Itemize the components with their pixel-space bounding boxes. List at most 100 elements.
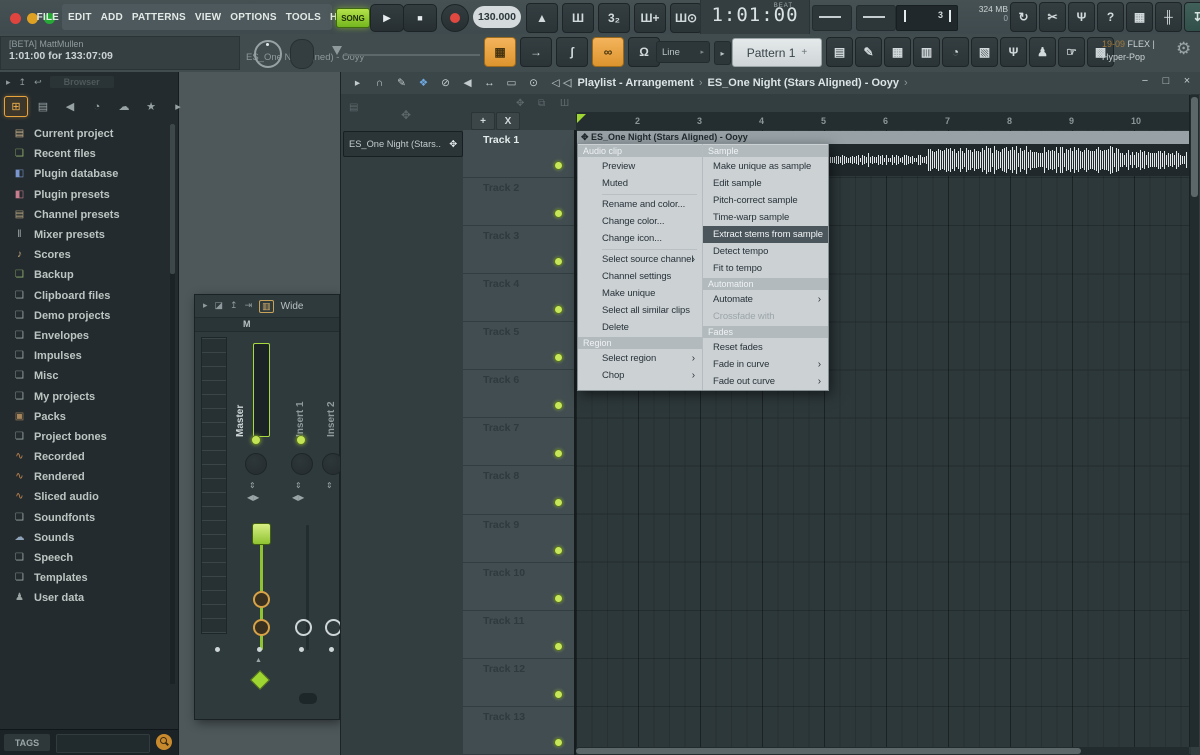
breadcrumb-playlist[interactable]: Playlist - Arrangement [577,77,693,89]
mixer-master-record-icon[interactable] [253,619,270,636]
browser-item-channel-presets[interactable]: ▤Channel presets [0,205,170,225]
paint-tool-icon[interactable]: ❖ [415,75,432,91]
tab-audio[interactable]: ◀ [58,96,82,117]
close-button[interactable]: × [1181,75,1193,87]
playback-tool-icon[interactable]: ◁ [547,75,564,91]
context-menu-item-detect-tempo[interactable]: Detect tempo [703,243,828,260]
browser-back-icon[interactable]: ↩ [34,77,42,88]
browser-item-demo-projects[interactable]: ❏Demo projects [0,306,170,326]
record-button[interactable] [441,4,469,32]
main-pitch-slider[interactable] [856,5,896,31]
maximize-button[interactable]: □ [1160,75,1172,87]
track-activity-led[interactable] [554,353,563,362]
mixer-master-fader-cap[interactable] [252,523,271,545]
browser-item-project-bones[interactable]: ❏Project bones [0,427,170,447]
track-group-icon[interactable]: ⧉ [538,98,545,109]
browser-item-recent-files[interactable]: ❏Recent files [0,144,170,164]
pattern-prev-button[interactable]: ▸ [714,41,731,65]
context-menu-item-select-source-channel[interactable]: Select source channel› [578,251,702,268]
main-pitch-knob[interactable] [290,39,314,69]
plugin-picker-icon[interactable]: Ψ [1000,37,1027,67]
browser-item-rendered[interactable]: ∿Rendered [0,467,170,487]
context-menu-item-preview[interactable]: Preview [578,158,702,175]
playlist-title-bar[interactable]: ▸∩✎❖⊘◀↔▭⊙◁ ◁Playlist - Arrangement›ES_On… [341,72,1200,95]
context-menu-item-automate[interactable]: Automate› [703,291,828,308]
context-menu-item-change-color[interactable]: Change color... [578,213,702,230]
browser-scrollbar-thumb[interactable] [170,124,175,274]
play-tool-icon[interactable]: ▸ [349,75,366,91]
search-icon[interactable] [156,734,172,750]
browser-item-sounds[interactable]: ☁Sounds [0,528,170,548]
browser-item-backup[interactable]: ❏Backup [0,265,170,285]
mixer-master-sep-icon[interactable]: ⇕ [249,481,256,490]
pattern-picker-icon[interactable]: ▤ [349,102,358,113]
context-menu-item-channel-settings[interactable]: Channel settings [578,268,702,285]
breadcrumb-song[interactable]: ES_One Night (Stars Aligned) - Ooyy [708,77,900,89]
vertical-scrollbar-thumb[interactable] [1191,97,1198,197]
track-activity-led[interactable] [554,305,563,314]
browser-play-icon[interactable]: ▸ [6,77,11,88]
browser-item-clipboard-files[interactable]: ❏Clipboard files [0,286,170,306]
browser-item-scores[interactable]: ♪Scores [0,245,170,265]
context-menu-item-fade-out-curve[interactable]: Fade out curve› [703,373,828,390]
track-activity-led[interactable] [554,594,563,603]
pattern-add-icon[interactable]: + [801,47,807,58]
browser-item-current-project[interactable]: ▤Current project [0,124,170,144]
mixer-dock-icon[interactable]: ⇥ [245,300,253,313]
cut-icon[interactable]: ✂ [1039,2,1066,32]
wait-for-input-icon[interactable]: Ш [562,3,594,33]
mixer-up-icon[interactable]: ↥ [230,300,238,313]
browser-item-my-projects[interactable]: ❏My projects [0,386,170,406]
metronome-icon[interactable]: ▲ [526,3,558,33]
mixer-route-icon[interactable]: ◪ [215,300,224,313]
clip-source-selector[interactable]: ES_One Night (Stars.. ✥ [343,131,463,157]
song-mode-toggle[interactable]: SONG [336,8,370,28]
mixer-swap-arrow-icon[interactable]: ▲ [255,657,262,664]
track-header-10[interactable]: Track 10 [463,563,574,611]
browser-item-envelopes[interactable]: ❏Envelopes [0,326,170,346]
context-menu-item-select-all-similar-clips[interactable]: Select all similar clips [578,302,702,319]
close-traffic-light[interactable] [10,13,21,24]
track-header-3[interactable]: Track 3 [463,226,574,274]
menu-patterns[interactable]: PATTERNS [132,12,186,23]
main-volume-slider[interactable] [812,5,852,31]
menu-edit[interactable]: EDIT [68,12,92,23]
piano-roll-window-icon[interactable]: ✎ [855,37,882,67]
context-menu-item-delete[interactable]: Delete [578,319,702,336]
horizontal-scrollbar[interactable] [576,747,1189,755]
context-menu-item-make-unique[interactable]: Make unique [578,285,702,302]
tempo-tap-icon[interactable]: ◔ [942,37,969,67]
browser-item-plugin-presets[interactable]: ◧Plugin presets [0,185,170,205]
step-edit-icon[interactable]: Ш⊙ [670,3,702,33]
tempo-display[interactable]: 130.000 [473,6,521,28]
tags-button[interactable]: TAGS [4,734,50,751]
magnet-snap-icon[interactable]: ∩ [371,75,388,91]
track-activity-led[interactable] [554,449,563,458]
select-tool-icon[interactable]: ▭ [503,75,520,91]
shuttle-slider[interactable] [344,54,480,56]
track-activity-led[interactable] [554,738,563,747]
menu-tools[interactable]: TOOLS [286,12,321,23]
shuttle-marker[interactable] [332,46,342,55]
slip-tool-icon[interactable]: ↔ [481,75,498,91]
typing-to-piano-icon[interactable]: Ш+ [634,3,666,33]
menu-options[interactable]: OPTIONS [230,12,276,23]
mixer-insert1-label[interactable]: Insert 1 [295,345,306,437]
track-activity-led[interactable] [554,401,563,410]
undo-icon[interactable]: ↻ [1010,2,1037,32]
mixer-dock-diamond-icon[interactable] [250,670,270,690]
tags-search-input[interactable] [56,734,150,753]
mixer-play-icon[interactable]: ▸ [203,300,208,313]
help-icon[interactable]: ? [1097,2,1124,32]
tab-favorites[interactable]: ★ [139,96,163,117]
delete-tool-icon[interactable]: ⊘ [437,75,454,91]
mixer-master-stereo-icon[interactable]: ◀▶ [247,493,259,502]
tab-history[interactable]: ◔ [85,96,109,117]
song-position-time[interactable]: 1:01:00 [701,4,809,26]
context-menu-item-fade-in-curve[interactable]: Fade in curve› [703,356,828,373]
browser-scrollbar[interactable] [170,124,175,684]
track-header-6[interactable]: Track 6 [463,370,574,418]
track-activity-led[interactable] [554,546,563,555]
track-header-1[interactable]: Track 1 [463,130,574,178]
slide-icon[interactable]: ʃ [556,37,588,67]
